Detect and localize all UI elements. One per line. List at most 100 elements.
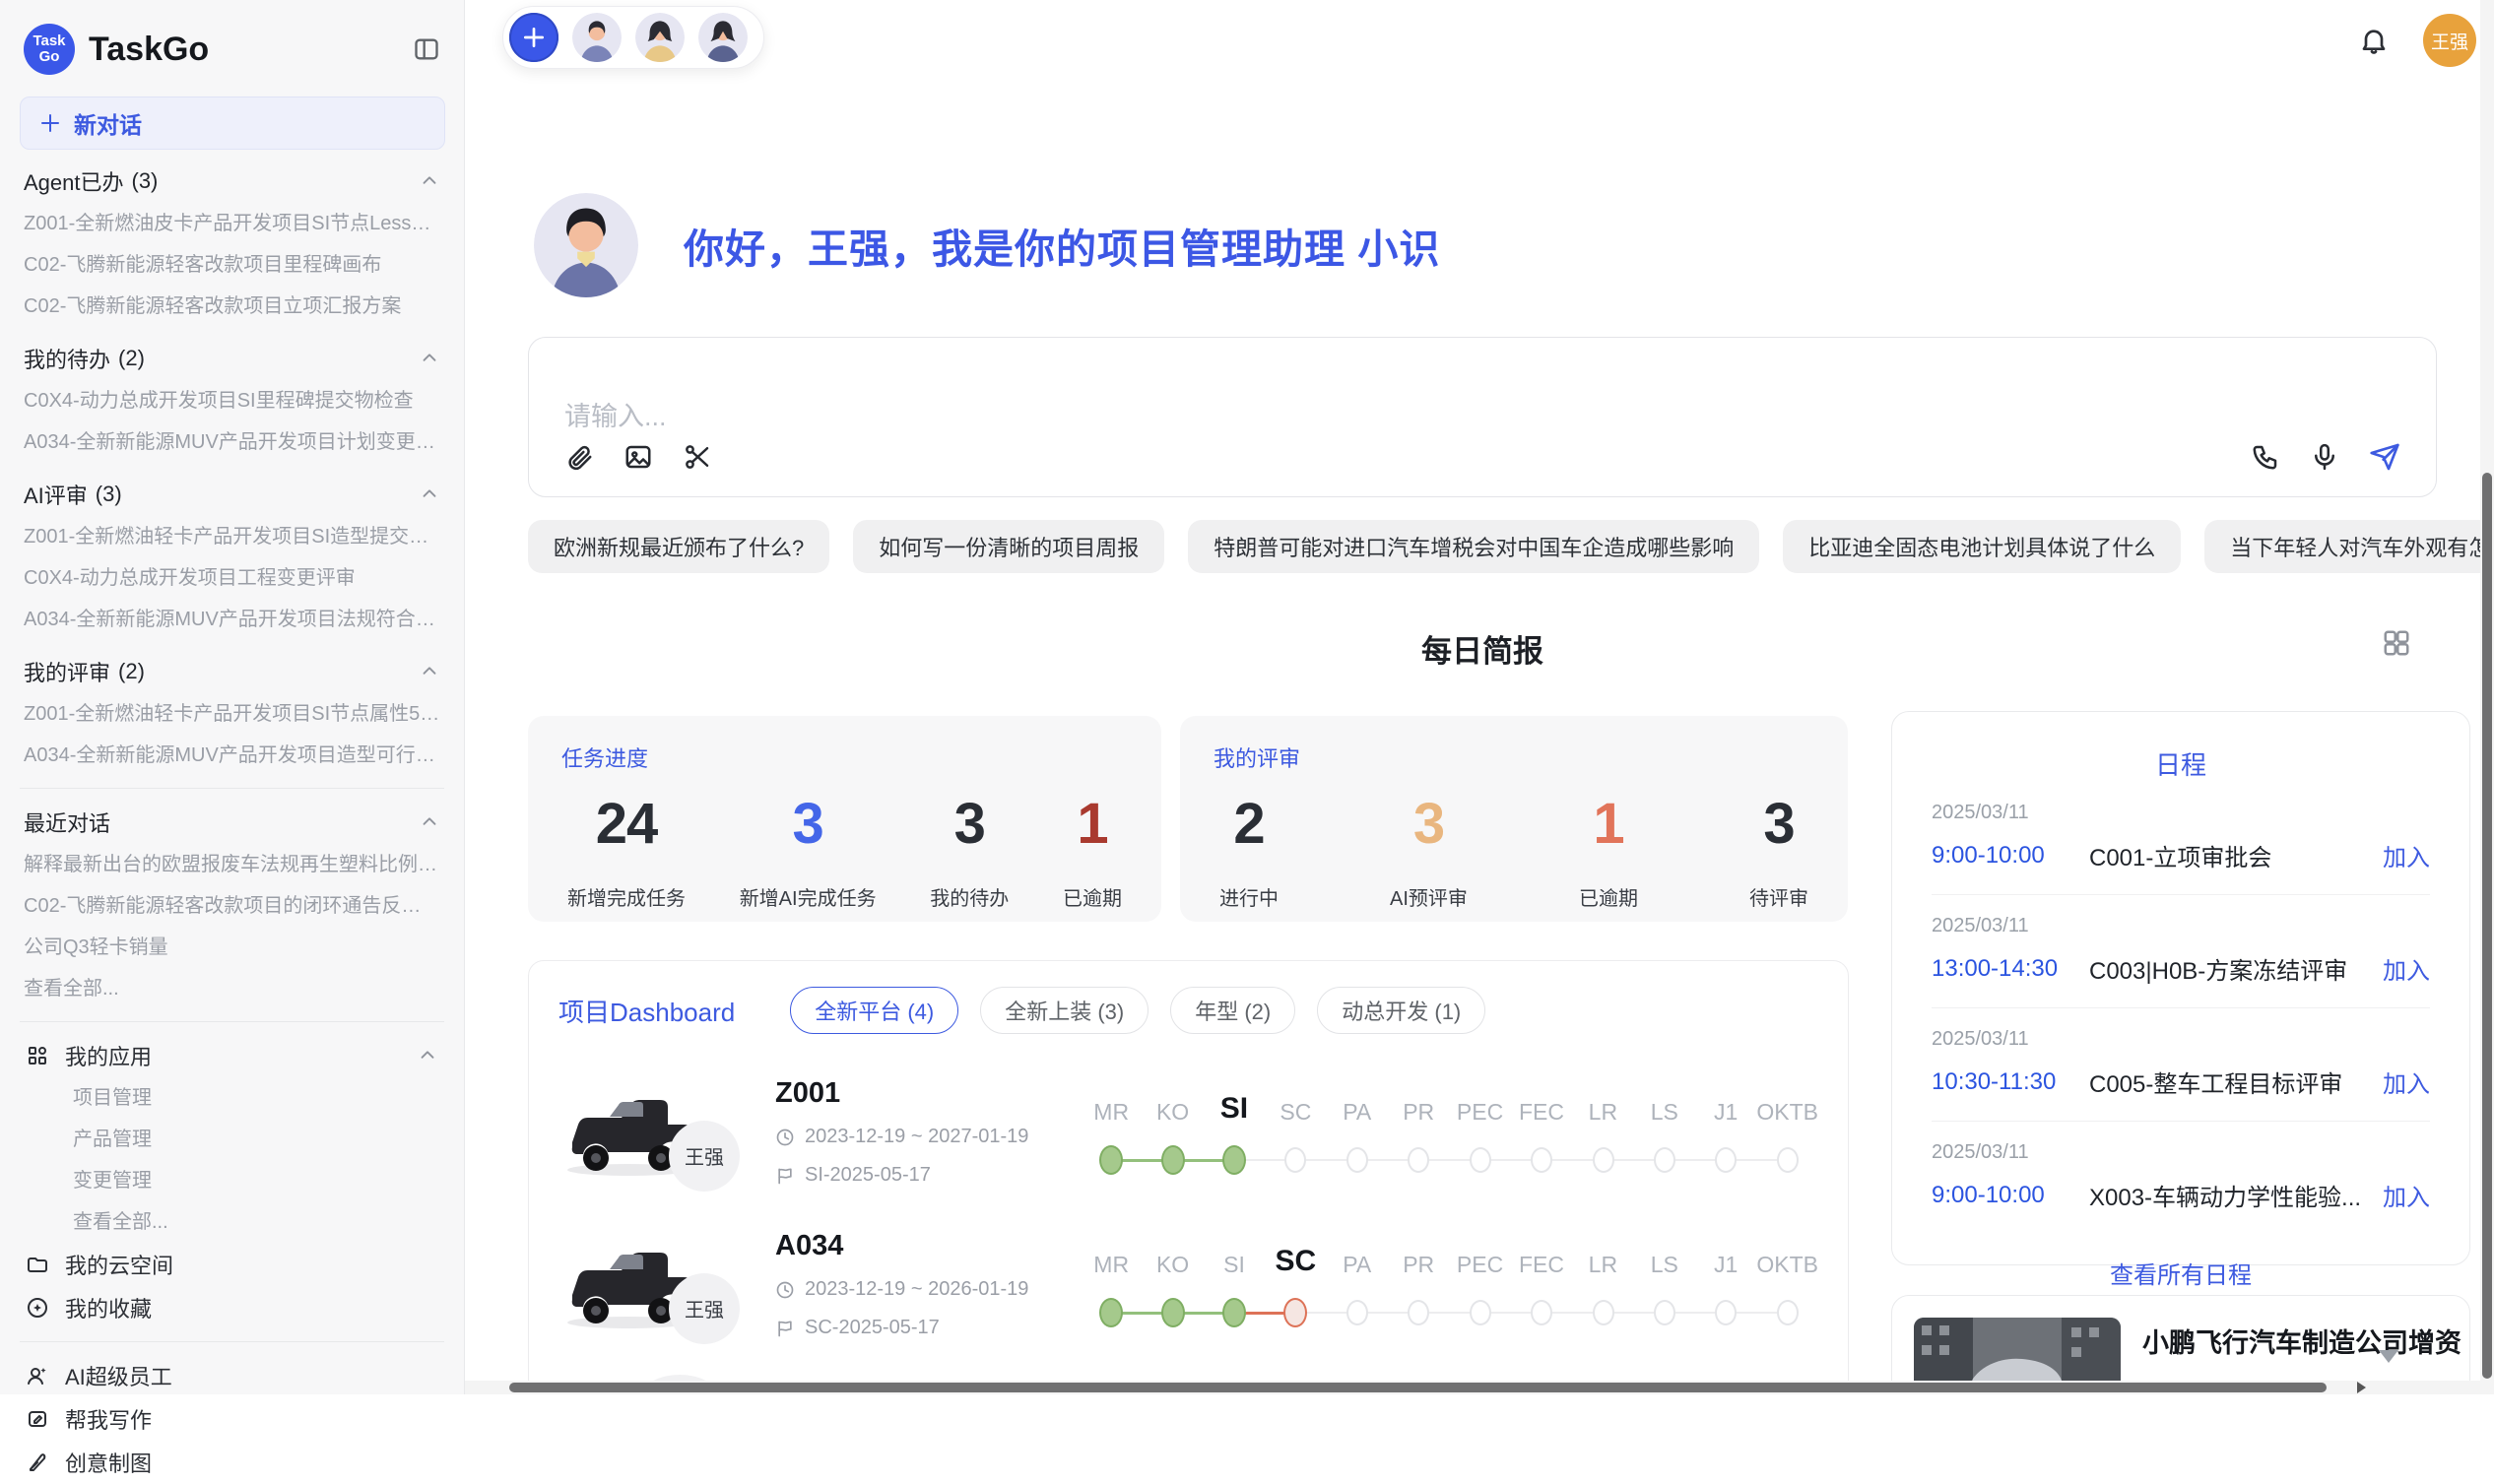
- schedule-items: 2025/03/11 9:00-10:00 C001-立项审批会 加入 2025…: [1932, 782, 2430, 1234]
- my-apps-subitem[interactable]: 查看全部...: [16, 1201, 448, 1243]
- schedule-name: C003|H0B-方案冻结评审: [2089, 951, 2367, 986]
- sidebar-item-ai-staff[interactable]: AI超级员工: [16, 1354, 448, 1397]
- member-avatar[interactable]: [572, 13, 622, 62]
- sidebar-conversation-item[interactable]: C0X4-动力总成开发项目工程变更评审: [16, 557, 448, 599]
- sidebar-conversation-item[interactable]: C02-飞腾新能源轻客改款项目里程碑画布: [16, 244, 448, 286]
- dashboard-filter-pill[interactable]: 动总开发 (1): [1317, 987, 1485, 1034]
- milestone-label: FEC: [1519, 1252, 1564, 1278]
- send-icon[interactable]: [2369, 441, 2400, 473]
- horizontal-scrollbar[interactable]: [465, 1381, 2480, 1394]
- sidebar-item-creative-draw[interactable]: 创意制图: [16, 1441, 448, 1484]
- chevron-up-icon[interactable]: [417, 1045, 438, 1066]
- sidebar-collapse-icon[interactable]: [413, 35, 440, 63]
- scroll-right-icon[interactable]: [2354, 1381, 2368, 1394]
- join-link[interactable]: 加入: [2383, 838, 2430, 872]
- project-dates: 2023-12-19 ~ 2026-01-19: [805, 1278, 1028, 1301]
- join-link[interactable]: 加入: [2383, 1065, 2430, 1099]
- member-avatar[interactable]: [635, 13, 685, 62]
- sidebar-conversation-item[interactable]: A034-全新新能源MUV产品开发项目计划变更表编写: [16, 421, 448, 463]
- milestone-node: [1408, 1147, 1429, 1173]
- sidebar-group-header[interactable]: AI评审 (3): [16, 473, 448, 516]
- my-apps-subitem[interactable]: 产品管理: [16, 1119, 448, 1160]
- sidebar-group-header[interactable]: 我的评审 (2): [16, 650, 448, 693]
- milestone-node: [1593, 1300, 1614, 1325]
- star-circle-icon: [26, 1296, 49, 1320]
- milestone-timeline: MRKOSISCPAPRPECFECLRLSJ1OKTB: [1081, 1239, 1818, 1331]
- suggestion-chip[interactable]: 欧洲新规最近颁布了什么?: [528, 520, 829, 573]
- sidebar-item-my-apps[interactable]: 我的应用: [16, 1034, 448, 1077]
- suggestion-chip[interactable]: 如何写一份清晰的项目周报: [853, 520, 1164, 573]
- project-list: 王强 Z001 2023-12-19 ~ 2027-01-19 SI-2025-…: [558, 1077, 1818, 1339]
- suggestion-chips: 欧洲新规最近颁布了什么? 如何写一份清晰的项目周报特朗普可能对进口汽车增税会对中国…: [528, 520, 2494, 573]
- chevron-up-icon[interactable]: [419, 811, 440, 833]
- notification-bell-icon[interactable]: [2358, 25, 2390, 56]
- sidebar-conversation-item[interactable]: Z001-全新燃油轻卡产品开发项目SI节点属性5D文件评审: [16, 693, 448, 735]
- sidebar-conversation-item[interactable]: C02-飞腾新能源轻客改款项目立项汇报方案: [16, 286, 448, 327]
- sidebar-conversation-item[interactable]: C0X4-动力总成开发项目SI里程碑提交物检查: [16, 380, 448, 421]
- milestone-node: [1346, 1300, 1368, 1325]
- flag-icon: [775, 1319, 795, 1338]
- clock-icon: [775, 1280, 795, 1300]
- dashboard-filter-pill[interactable]: 全新上装 (3): [980, 987, 1149, 1034]
- join-link[interactable]: 加入: [2383, 951, 2430, 986]
- horizontal-scrollbar-thumb[interactable]: [509, 1383, 2327, 1392]
- join-link[interactable]: 加入: [2383, 1178, 2430, 1212]
- sidebar-item-help-write[interactable]: 帮我写作: [16, 1397, 448, 1441]
- chat-input-placeholder[interactable]: 请输入...: [564, 395, 2400, 433]
- metric-label: 新增AI完成任务: [740, 882, 877, 911]
- creative-draw-label: 创意制图: [65, 1447, 438, 1478]
- sidebar-conversation-item[interactable]: 查看全部...: [16, 968, 448, 1009]
- mic-icon[interactable]: [2310, 442, 2339, 472]
- scroll-down-icon[interactable]: [2378, 1349, 2399, 1365]
- scissors-icon[interactable]: [683, 442, 712, 472]
- milestone-label: PEC: [1457, 1099, 1503, 1126]
- image-icon[interactable]: [624, 442, 653, 472]
- chevron-up-icon[interactable]: [419, 484, 440, 505]
- logo-text-bottom: Go: [39, 49, 60, 65]
- suggestion-chip[interactable]: 当下年轻人对汽车外观有怎样的喜好趋势: [2204, 520, 2494, 573]
- vertical-scrollbar-thumb[interactable]: [2482, 473, 2492, 1379]
- chevron-up-icon[interactable]: [419, 348, 440, 369]
- add-member-button[interactable]: [509, 13, 558, 62]
- member-avatar[interactable]: [698, 13, 748, 62]
- suggestion-chip[interactable]: 比亚迪全固态电池计划具体说了什么: [1783, 520, 2181, 573]
- project-row[interactable]: 王强 A034 2023-12-19 ~ 2026-01-19 SC-2025-…: [558, 1230, 1818, 1339]
- view-all-schedule-link[interactable]: 查看所有日程: [1932, 1234, 2430, 1290]
- chevron-up-icon[interactable]: [419, 661, 440, 682]
- sidebar-group-header[interactable]: 最近对话: [16, 801, 448, 844]
- my-apps-subitem[interactable]: 项目管理: [16, 1077, 448, 1119]
- project-row[interactable]: 王强 Z001 2023-12-19 ~ 2027-01-19 SI-2025-…: [558, 1077, 1818, 1187]
- news-card[interactable]: 小鹏飞行汽车制造公司增资 天眼查 App 显示，近日广州汇天飞行汽...: [1891, 1295, 2470, 1394]
- layout-grid-icon[interactable]: [2382, 628, 2411, 658]
- chat-input-card[interactable]: 请输入...: [528, 337, 2437, 497]
- dashboard-filter-pill[interactable]: 全新平台 (4): [790, 987, 958, 1034]
- sidebar-conversation-item[interactable]: 解释最新出台的欧盟报废车法规再生塑料比例被调至15%...: [16, 844, 448, 885]
- sidebar-conversation-item[interactable]: Z001-全新燃油轻卡产品开发项目SI造型提交物评审: [16, 516, 448, 557]
- phone-icon[interactable]: [2251, 442, 2280, 472]
- sidebar-group-header[interactable]: Agent已办 (3): [16, 160, 448, 203]
- dashboard-title: 项目Dashboard: [558, 993, 735, 1029]
- milestone-node: [1222, 1145, 1246, 1175]
- sidebar-conversation-item[interactable]: A034-全新新能源MUV产品开发项目造型可行性评审: [16, 735, 448, 776]
- milestone-node: [1777, 1300, 1799, 1325]
- my-apps-subitem[interactable]: 变更管理: [16, 1160, 448, 1201]
- suggestion-chip[interactable]: 特朗普可能对进口汽车增税会对中国车企造成哪些影响: [1188, 520, 1759, 573]
- sidebar-conversation-item[interactable]: C02-飞腾新能源轻客改款项目的闭环通告反馈情况: [16, 885, 448, 927]
- sidebar-item-favorites[interactable]: 我的收藏: [16, 1286, 448, 1329]
- sidebar-group-header[interactable]: 我的待办 (2): [16, 337, 448, 380]
- milestone-node: [1099, 1145, 1123, 1175]
- sidebar-conversation-item[interactable]: Z001-全新燃油皮卡产品开发项目SI节点Lesson Learn报告: [16, 203, 448, 244]
- attach-icon[interactable]: [564, 442, 594, 472]
- new-chat-button[interactable]: 新对话: [20, 97, 445, 150]
- dashboard-filter-pill[interactable]: 年型 (2): [1170, 987, 1295, 1034]
- milestone-node: [1593, 1147, 1614, 1173]
- project-dashboard-card: 项目Dashboard 全新平台 (4) 全新上装 (3) 年型 (2) 动总开发 (…: [528, 960, 1849, 1394]
- sidebar-conversation-item[interactable]: 公司Q3轻卡销量: [16, 927, 448, 968]
- sidebar-item-cloud-space[interactable]: 我的云空间: [16, 1243, 448, 1286]
- vertical-scrollbar[interactable]: [2480, 0, 2494, 1381]
- chevron-up-icon[interactable]: [419, 170, 440, 192]
- milestone-circles: [1081, 1141, 1818, 1179]
- group-count: (3): [132, 168, 159, 194]
- sidebar-conversation-item[interactable]: A034-全新新能源MUV产品开发项目法规符合性评审: [16, 599, 448, 640]
- user-avatar[interactable]: 王强: [2423, 14, 2476, 67]
